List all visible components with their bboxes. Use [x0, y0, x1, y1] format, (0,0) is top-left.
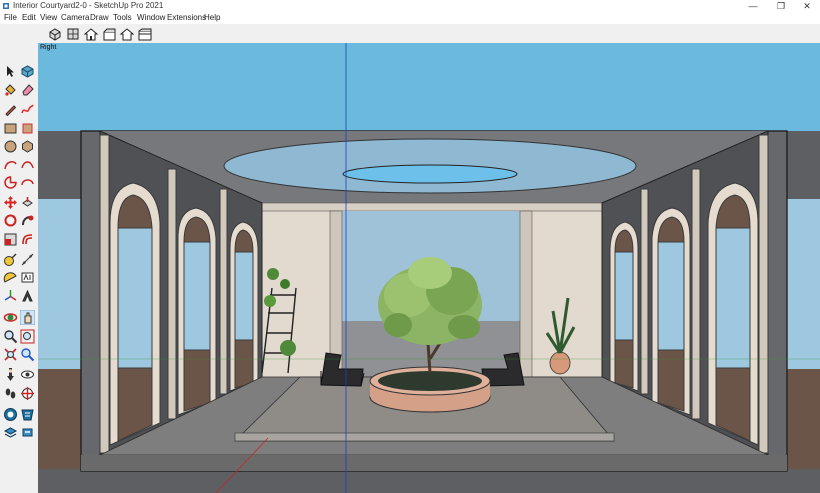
extension-manager-icon[interactable]: [20, 425, 35, 440]
right-view-icon[interactable]: [101, 26, 117, 42]
menu-view[interactable]: View: [40, 12, 57, 24]
look-around-icon[interactable]: [20, 367, 35, 382]
menu-file[interactable]: File: [4, 12, 17, 24]
eraser-icon[interactable]: [20, 82, 35, 97]
axes-icon[interactable]: [3, 289, 18, 304]
follow-me-icon[interactable]: [20, 213, 35, 228]
close-button[interactable]: ✕: [794, 0, 820, 12]
maximize-button[interactable]: ❐: [768, 0, 794, 12]
pan-icon[interactable]: [20, 310, 35, 325]
view-name-label: Right: [40, 44, 57, 51]
layout-icon[interactable]: [3, 425, 18, 440]
select-arrow-icon[interactable]: [3, 64, 18, 79]
window-title: Interior Courtyard2-0 - SketchUp Pro 202…: [13, 1, 164, 10]
left-view-icon[interactable]: [137, 26, 153, 42]
back-view-icon[interactable]: [119, 26, 135, 42]
tree-planter: [369, 366, 491, 413]
3d-text-icon[interactable]: [20, 289, 35, 304]
rotate-icon[interactable]: [3, 213, 18, 228]
menu-bar: File Edit View Camera Draw Tools Window …: [0, 12, 820, 24]
menu-extensions[interactable]: Extensions: [167, 12, 206, 24]
two-point-arc-icon[interactable]: [20, 157, 35, 172]
offset-icon[interactable]: [20, 232, 35, 247]
position-camera-icon[interactable]: [3, 367, 18, 382]
warehouse-icon[interactable]: [3, 407, 18, 422]
three-point-arc-icon[interactable]: [20, 175, 35, 190]
title-bar: Interior Courtyard2-0 - SketchUp Pro 202…: [0, 0, 820, 12]
component-icon[interactable]: [20, 64, 35, 79]
scale-icon[interactable]: [3, 232, 18, 247]
menu-tools[interactable]: Tools: [113, 12, 132, 24]
pencil-line-icon[interactable]: [3, 102, 18, 117]
text-icon[interactable]: [20, 270, 35, 285]
tape-measure-icon[interactable]: [3, 252, 18, 267]
arc-icon[interactable]: [3, 157, 18, 172]
section-plane-icon[interactable]: [20, 386, 35, 401]
sketchup-logo-icon: [3, 3, 9, 9]
extension-warehouse-icon[interactable]: [20, 407, 35, 422]
rotated-rectangle-icon[interactable]: [20, 121, 35, 136]
menu-edit[interactable]: Edit: [22, 12, 36, 24]
top-view-icon[interactable]: [65, 26, 81, 42]
zoom-icon[interactable]: [3, 329, 18, 344]
pie-icon[interactable]: [3, 175, 18, 190]
move-icon[interactable]: [3, 195, 18, 210]
zoom-extents-icon[interactable]: [3, 347, 18, 362]
modeling-viewport[interactable]: Right: [38, 43, 820, 493]
protractor-icon[interactable]: [3, 270, 18, 285]
large-toolset: [0, 43, 39, 493]
freehand-icon[interactable]: [20, 102, 35, 117]
orbit-icon[interactable]: [3, 310, 18, 325]
courtyard-scene: [38, 43, 820, 493]
rectangle-icon[interactable]: [3, 121, 18, 136]
front-view-icon[interactable]: [83, 26, 99, 42]
zoom-previous-icon[interactable]: [20, 347, 35, 362]
paint-bucket-icon[interactable]: [3, 82, 18, 97]
walk-icon[interactable]: [3, 386, 18, 401]
dimension-icon[interactable]: [20, 252, 35, 267]
menu-draw[interactable]: Draw: [90, 12, 109, 24]
menu-help[interactable]: Help: [204, 12, 220, 24]
circle-icon[interactable]: [3, 139, 18, 154]
menu-camera[interactable]: Camera: [61, 12, 89, 24]
minimize-button[interactable]: —: [740, 0, 766, 12]
iso-view-icon[interactable]: [47, 26, 63, 42]
menu-window[interactable]: Window: [137, 12, 165, 24]
polygon-icon[interactable]: [20, 139, 35, 154]
push-pull-icon[interactable]: [20, 195, 35, 210]
zoom-window-icon[interactable]: [20, 329, 35, 344]
skylight-opening: [342, 164, 518, 184]
